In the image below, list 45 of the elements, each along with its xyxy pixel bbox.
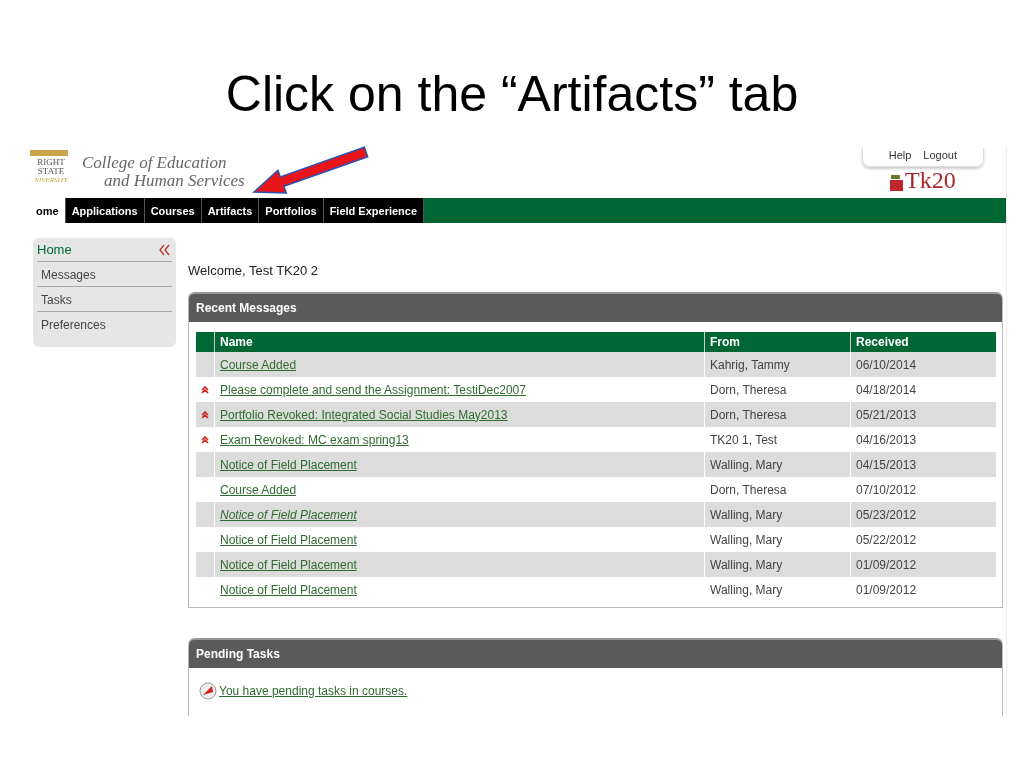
- sidebar-item[interactable]: Messages: [37, 262, 172, 287]
- column-header: Received: [850, 332, 996, 352]
- message-link[interactable]: Please complete and send the Assignment: TestiDec2007: [220, 382, 526, 397]
- message-link[interactable]: Exam Revoked: MC exam spring13: [220, 432, 409, 447]
- table-cell: 01/09/2012: [850, 577, 996, 602]
- table-cell: 05/21/2013: [850, 402, 996, 427]
- slide-title: Click on the “Artifacts” tab: [224, 65, 800, 124]
- collapse-icon[interactable]: [158, 243, 170, 256]
- table-cell: 06/10/2014: [850, 352, 996, 377]
- nav-tab[interactable]: Artifacts: [201, 198, 260, 223]
- column-header: From: [704, 332, 851, 352]
- table-cell: 04/15/2013: [850, 452, 996, 477]
- table-cell: Dorn, Theresa: [704, 402, 851, 427]
- nav-tab[interactable]: Applications: [65, 198, 145, 223]
- sidebar-item[interactable]: Tasks: [37, 287, 172, 312]
- task-icon: [199, 682, 217, 700]
- table-cell: Walling, Mary: [704, 552, 851, 577]
- message-link[interactable]: Notice of Field Placement: [220, 557, 357, 572]
- table-cell: Walling, Mary: [704, 452, 851, 477]
- message-link[interactable]: Notice of Field Placement: [220, 457, 357, 472]
- panel-title: Recent Messages: [189, 292, 1002, 322]
- table-cell: Walling, Mary: [704, 502, 851, 527]
- column-header: Name: [214, 332, 705, 352]
- nav-tab[interactable]: Field Experience: [323, 198, 425, 223]
- table-cell: Walling, Mary: [704, 577, 851, 602]
- message-link[interactable]: Notice of Field Placement: [220, 532, 357, 547]
- table-cell: 05/23/2012: [850, 502, 996, 527]
- college-name: College of Education and Human Services: [81, 152, 245, 190]
- table-cell: 01/09/2012: [850, 552, 996, 577]
- nav-tab[interactable]: Portfolios: [259, 198, 324, 223]
- header-link[interactable]: Help: [888, 149, 912, 161]
- header-link[interactable]: Logout: [923, 149, 957, 161]
- message-link[interactable]: Notice of Field Placement: [220, 582, 357, 597]
- message-link[interactable]: Notice of Field Placement: [220, 507, 357, 522]
- nav-tab[interactable]: ome: [30, 198, 66, 223]
- nav-tab[interactable]: Courses: [144, 198, 202, 223]
- message-link[interactable]: Course Added: [220, 482, 297, 497]
- task-link[interactable]: You have pending tasks in courses.: [219, 684, 408, 698]
- table-cell: Kahrig, Tammy: [704, 352, 851, 377]
- product-logo: Tk20: [905, 169, 956, 191]
- sidebar-title[interactable]: Home: [37, 242, 72, 257]
- sidebar-item[interactable]: Preferences: [37, 312, 172, 336]
- panel-title: Pending Tasks: [189, 638, 1002, 668]
- welcome-text: Welcome, Test TK20 2: [188, 263, 320, 278]
- message-link[interactable]: Course Added: [220, 357, 297, 372]
